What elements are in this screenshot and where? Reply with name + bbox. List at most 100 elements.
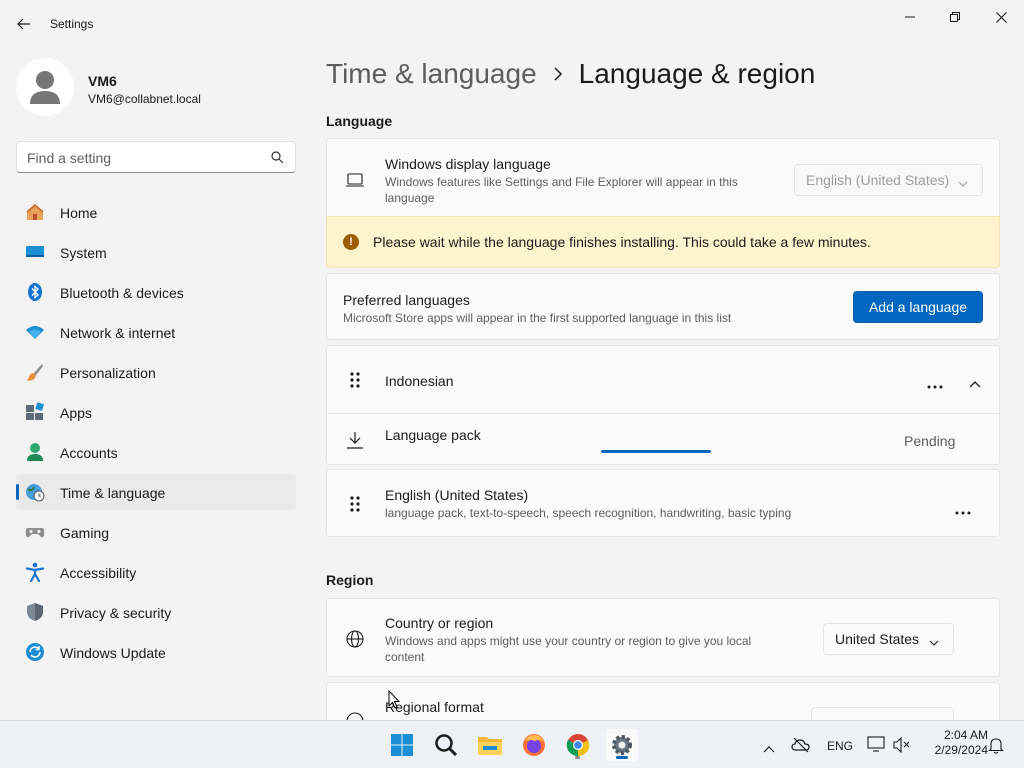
volume-muted-icon[interactable] <box>893 736 911 758</box>
home-icon <box>25 202 45 222</box>
sidebar-item-label: Network & internet <box>60 325 176 341</box>
close-button[interactable] <box>978 4 1024 30</box>
sidebar-item-label: Accounts <box>60 445 118 461</box>
chevron-up-icon[interactable] <box>763 740 775 758</box>
language-item-indonesian: Indonesian Language pack Pending <box>326 345 1000 465</box>
sidebar-item-gaming[interactable]: Gaming <box>16 514 296 550</box>
taskbar-search-button[interactable] <box>430 729 462 761</box>
sidebar-item-label: Windows Update <box>60 645 166 661</box>
regional-format-dropdown[interactable] <box>811 707 954 720</box>
sidebar-item-home[interactable]: Home <box>16 194 296 230</box>
system-icon <box>25 242 45 262</box>
sidebar-item-label: Time & language <box>60 485 166 501</box>
chevron-right-icon <box>553 67 563 81</box>
warning-icon: ! <box>343 234 359 250</box>
clock-date: 2/29/2024 <box>934 743 988 757</box>
chevron-down-icon <box>929 634 939 650</box>
firefox-icon <box>523 734 545 756</box>
sidebar-item-privacy[interactable]: Privacy & security <box>16 594 296 630</box>
profile-name: VM6 <box>88 73 117 89</box>
sidebar-item-system[interactable]: System <box>16 234 296 270</box>
start-button[interactable] <box>386 729 418 761</box>
sidebar-item-accounts[interactable]: Accounts <box>16 434 296 470</box>
sidebar-item-label: Gaming <box>60 525 110 541</box>
language-name: Indonesian <box>385 373 454 389</box>
clock-time: 2:04 AM <box>943 728 988 742</box>
install-warning-banner: ! Please wait while the language finishe… <box>326 216 1000 268</box>
accounts-icon <box>25 442 45 462</box>
wifi-icon <box>25 322 45 342</box>
apps-icon <box>25 402 45 422</box>
sidebar-item-label: Accessibility <box>60 565 137 581</box>
shield-icon <box>25 602 45 622</box>
display-language-title: Windows display language <box>385 156 551 172</box>
language-name: English (United States) <box>385 487 529 503</box>
taskbar-file-explorer[interactable] <box>474 729 506 761</box>
download-icon <box>345 430 365 450</box>
network-icon[interactable] <box>867 736 885 757</box>
globe-icon <box>345 711 365 720</box>
country-region-dropdown[interactable]: United States <box>823 623 954 655</box>
language-pack-status: Pending <box>904 433 956 449</box>
country-region-title: Country or region <box>385 615 494 631</box>
app-title: Settings <box>50 17 94 31</box>
active-indicator <box>616 756 628 759</box>
mouse-cursor-icon <box>388 690 400 709</box>
breadcrumb: Time & language Language & region <box>326 58 815 90</box>
region-section-title: Region <box>326 572 374 588</box>
sidebar-item-label: Bluetooth & devices <box>60 285 184 301</box>
restore-button[interactable] <box>932 4 978 30</box>
update-icon <box>25 642 45 662</box>
search-input[interactable] <box>27 148 267 168</box>
progress-fill <box>601 450 712 453</box>
time-language-icon <box>25 482 45 502</box>
gear-icon <box>612 735 632 755</box>
sidebar-item-label: Privacy & security <box>60 605 172 621</box>
sidebar-item-personalization[interactable]: Personalization <box>16 354 296 390</box>
folder-icon <box>478 737 502 755</box>
sidebar-item-windows-update[interactable]: Windows Update <box>16 634 296 670</box>
sidebar-item-apps[interactable]: Apps <box>16 394 296 430</box>
restore-icon <box>950 12 960 22</box>
search-icon[interactable] <box>271 151 284 169</box>
input-language-indicator[interactable]: ENG <box>827 739 853 753</box>
warning-text: Please wait while the language finishes … <box>373 234 871 250</box>
more-options-icon[interactable] <box>927 376 943 394</box>
avatar-person-icon <box>30 71 60 104</box>
globe-icon <box>345 629 365 649</box>
language-pack-progress <box>601 450 785 453</box>
breadcrumb-parent[interactable]: Time & language <box>326 58 537 90</box>
taskbar-chrome[interactable] <box>562 729 594 761</box>
sidebar-item-network[interactable]: Network & internet <box>16 314 296 350</box>
display-language-description: Windows features like Settings and File … <box>385 175 738 205</box>
notification-bell-icon[interactable] <box>988 737 1004 759</box>
user-profile[interactable]: VM6 VM6@collabnet.local <box>16 58 296 118</box>
search-box[interactable] <box>16 141 296 173</box>
windows-logo-icon <box>391 734 413 756</box>
chevron-up-icon[interactable] <box>969 375 981 393</box>
onedrive-offline-icon[interactable] <box>791 737 811 758</box>
language-pack-label: Language pack <box>385 427 481 443</box>
taskbar-settings[interactable] <box>606 729 638 761</box>
sidebar-item-accessibility[interactable]: Accessibility <box>16 554 296 590</box>
laptop-icon <box>345 170 365 190</box>
sidebar-item-label: Home <box>60 205 98 221</box>
minimize-icon <box>905 16 915 18</box>
accessibility-icon <box>25 562 45 582</box>
add-language-button[interactable]: Add a language <box>853 291 983 323</box>
minimize-button[interactable] <box>887 4 933 30</box>
drag-handle-icon[interactable] <box>345 370 365 390</box>
taskbar-firefox[interactable] <box>518 729 550 761</box>
chrome-icon <box>566 734 590 757</box>
bluetooth-icon <box>25 282 45 302</box>
sidebar-item-bluetooth[interactable]: Bluetooth & devices <box>16 274 296 310</box>
sidebar-item-label: Personalization <box>60 365 156 381</box>
dropdown-value: English (United States) <box>806 172 950 188</box>
title-bar: Settings <box>0 0 1024 48</box>
display-language-dropdown[interactable]: English (United States) <box>794 164 983 196</box>
back-button[interactable] <box>10 10 38 38</box>
sidebar-item-time-language[interactable]: Time & language <box>16 474 296 510</box>
taskbar-clock[interactable]: 2:04 AM 2/29/2024 <box>918 728 988 758</box>
drag-handle-icon[interactable] <box>345 494 365 514</box>
more-options-icon[interactable] <box>955 502 971 520</box>
